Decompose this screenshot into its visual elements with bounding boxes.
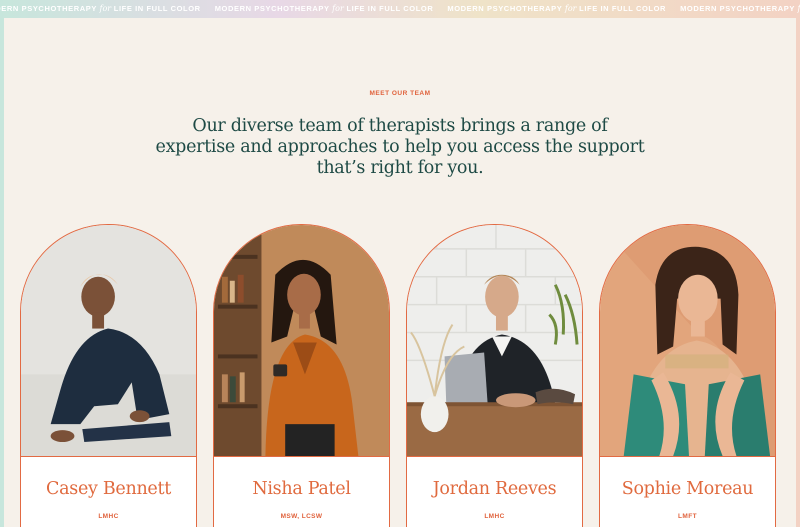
tagline-marquee: MODERN PSYCHOTHERAPY for LIFE IN FULL CO… (0, 0, 800, 18)
team-card-jordan[interactable]: Jordan Reeves LMHC (406, 224, 583, 527)
therapist-name[interactable]: Sophie Moreau (600, 479, 775, 499)
section-eyebrow: MEET OUR TEAM (369, 90, 431, 97)
therapist-photo (600, 225, 775, 457)
marquee-segment: MODERN PSYCHOTHERAPY for LIFE IN FULL CO… (447, 4, 667, 13)
therapist-name[interactable]: Casey Bennett (21, 479, 196, 499)
therapist-photo (21, 225, 196, 457)
therapist-credentials: LMFT (678, 513, 697, 520)
team-card-nisha[interactable]: Nisha Patel MSW, LCSW (213, 224, 390, 527)
marquee-segment: MODERN PSYCHOTHERAPY for LIFE IN FULL CO… (0, 4, 201, 13)
marquee-segment: MODERN PSYCHOTHERAPY for LIFE IN FULL CO… (214, 4, 434, 13)
therapist-photo (407, 225, 582, 457)
team-section: MEET OUR TEAM Our diverse team of therap… (4, 18, 796, 527)
team-card-sophie[interactable]: Sophie Moreau LMFT (599, 224, 776, 527)
section-headline: Our diverse team of therapists brings a … (155, 116, 645, 178)
marquee-segment: MODERN PSYCHOTHERAPY for LIFE IN FULL CO… (680, 4, 800, 13)
therapist-credentials: MSW, LCSW (280, 513, 323, 520)
therapist-credentials: LMHC (484, 513, 505, 520)
therapist-photo (214, 225, 389, 457)
therapist-name[interactable]: Nisha Patel (214, 479, 389, 499)
therapist-name[interactable]: Jordan Reeves (407, 479, 582, 499)
therapist-credentials: LMHC (98, 513, 119, 520)
team-card-casey[interactable]: Casey Bennett LMHC (20, 224, 197, 527)
